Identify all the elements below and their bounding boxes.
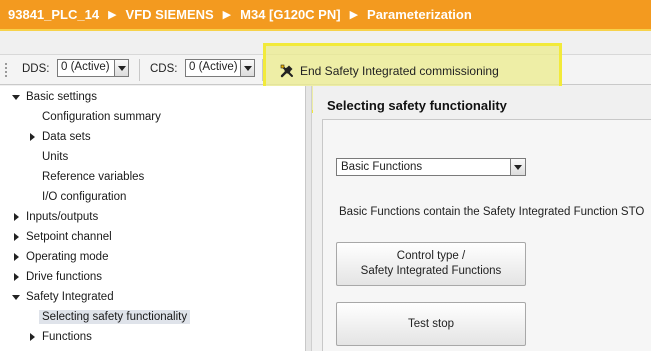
tree-item[interactable]: Drive functions (26, 267, 102, 287)
tools-icon (280, 64, 294, 78)
dds-label: DDS: (22, 63, 50, 75)
tree-item-label: Units (42, 151, 69, 163)
tree-item-label: Safety Integrated (26, 291, 114, 303)
tree-item[interactable]: Configuration summary (42, 107, 161, 127)
breadcrumb-device[interactable]: VFD SIEMENS (126, 7, 214, 22)
collapsed-arrow-icon[interactable] (14, 233, 19, 241)
test-stop-button[interactable]: Test stop (336, 302, 526, 346)
tree-item-label: Configuration summary (42, 111, 161, 123)
collapsed-arrow-icon[interactable] (30, 333, 35, 341)
cds-select[interactable]: 0 (Active) (185, 59, 255, 77)
pane-splitter[interactable] (306, 86, 312, 351)
parameter-tree: Basic settings Configuration summary Data … (0, 86, 306, 351)
tree-item-label: Operating mode (26, 251, 109, 263)
tree-item[interactable]: Safety Integrated (26, 287, 114, 307)
tree-item[interactable]: Data sets (42, 127, 91, 147)
tree-item[interactable]: Selecting safety functionality (39, 307, 191, 327)
tree-item[interactable]: Operating mode (26, 247, 108, 267)
tree-item-label: Selecting safety functionality (39, 310, 191, 324)
tree-item-label: Inputs/outputs (26, 211, 99, 223)
cds-label: CDS: (150, 63, 178, 75)
toolbar-divider (139, 59, 140, 81)
control-type-button-line1: Control type / (396, 250, 466, 262)
breadcrumb-separator-icon: ▶ (349, 9, 359, 21)
end-safety-commissioning-label: End Safety Integrated commissioning (300, 64, 499, 78)
chevron-down-icon[interactable] (240, 60, 254, 76)
end-safety-commissioning-button[interactable]: End Safety Integrated commissioning (280, 61, 499, 81)
expanded-arrow-icon[interactable] (12, 95, 20, 100)
collapsed-arrow-icon[interactable] (14, 253, 19, 261)
tree-item-label: Drive functions (26, 271, 103, 283)
tree-item[interactable]: Functions (42, 327, 92, 347)
breadcrumb-current: Parameterization (367, 7, 472, 22)
toolbar-grip[interactable] (5, 63, 7, 77)
tree-item[interactable]: Setpoint channel (26, 227, 112, 247)
tree-item[interactable]: I/O configuration (42, 187, 126, 207)
chevron-down-icon[interactable] (114, 60, 128, 76)
safety-function-select[interactable]: Basic Functions (336, 158, 526, 176)
test-stop-button-label: Test stop (407, 317, 455, 330)
control-type-button-line2: Safety Integrated Functions (360, 265, 502, 277)
chevron-down-icon[interactable] (510, 159, 525, 175)
tree-item[interactable]: Inputs/outputs (26, 207, 98, 227)
tree-item[interactable]: Basic settings (26, 87, 97, 107)
safety-function-select-value: Basic Functions (341, 161, 423, 173)
tree-item-label: Functions (42, 331, 92, 343)
collapsed-arrow-icon[interactable] (14, 213, 19, 221)
cds-select-value: 0 (Active) (189, 61, 238, 73)
tree-item-label: Basic settings (26, 91, 97, 103)
breadcrumb: 93841_PLC_14 ▶ VFD SIEMENS ▶ M34 [G120C … (0, 0, 651, 31)
collapsed-arrow-icon[interactable] (14, 273, 19, 281)
breadcrumb-project[interactable]: 93841_PLC_14 (8, 7, 99, 22)
section-title: Selecting safety functionality (327, 98, 507, 113)
breadcrumb-separator-icon: ▶ (222, 9, 232, 21)
tree-item-label: Reference variables (42, 171, 145, 183)
breadcrumb-drive[interactable]: M34 [G120C PN] (240, 7, 340, 22)
tree-item-label: I/O configuration (42, 191, 127, 203)
tree-item[interactable]: Units (42, 147, 68, 167)
collapsed-arrow-icon[interactable] (30, 133, 35, 141)
breadcrumb-separator-icon: ▶ (108, 9, 117, 21)
tree-item-label: Data sets (42, 131, 91, 143)
expanded-arrow-icon[interactable] (12, 295, 20, 300)
function-description: Basic Functions contain the Safety Integ… (339, 206, 645, 218)
dds-select[interactable]: 0 (Active) (57, 59, 129, 77)
control-type-button[interactable]: Control type / Safety Integrated Functio… (336, 242, 526, 286)
dds-select-value: 0 (Active) (61, 61, 110, 73)
tree-item-label: Setpoint channel (26, 231, 112, 243)
tree-item[interactable]: Reference variables (42, 167, 144, 187)
